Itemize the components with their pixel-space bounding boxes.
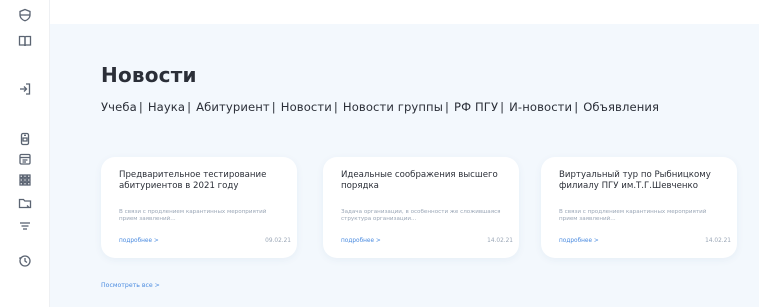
news-card-title[interactable]: Виртуальный тур по Рыбницкому филиалу ПГ… bbox=[559, 170, 731, 191]
filter-icon[interactable] bbox=[17, 218, 33, 234]
tab-obyavleniya[interactable]: Объявления bbox=[583, 100, 659, 114]
tab-ucheba[interactable]: Учеба bbox=[101, 100, 137, 114]
category-tabs: Учеба | Наука | Абитуриент | Новости | Новости г… bbox=[101, 100, 659, 114]
tab-separator: | bbox=[271, 100, 276, 114]
clock-icon[interactable] bbox=[17, 253, 33, 269]
content-area: Новости Учеба | Наука | Абитуриент | Новости | Н… bbox=[50, 0, 759, 307]
news-card-date: 14.02.21 bbox=[705, 238, 731, 244]
tab-separator: | bbox=[333, 100, 338, 114]
news-card-text: Задача организации, в особенности же сло… bbox=[341, 209, 501, 222]
news-card-date: 14.02.21 bbox=[487, 238, 513, 244]
news-card-title[interactable]: Идеальные соображения высшего порядка bbox=[341, 170, 513, 191]
tab-separator: | bbox=[138, 100, 143, 114]
tab-i-novosti[interactable]: И-новости bbox=[509, 100, 572, 114]
tab-separator: | bbox=[445, 100, 450, 114]
book-icon[interactable] bbox=[17, 33, 33, 49]
news-card-date: 09.02.21 bbox=[265, 238, 291, 244]
sidebar bbox=[0, 0, 50, 307]
page-title: Новости bbox=[101, 63, 197, 87]
tab-novosti-gruppy[interactable]: Новости группы bbox=[343, 100, 443, 114]
top-band bbox=[50, 0, 759, 24]
news-card-title[interactable]: Предварительное тестирование абитуриенто… bbox=[119, 170, 291, 191]
tab-rf-pgu[interactable]: РФ ПГУ bbox=[454, 100, 498, 114]
tab-separator: | bbox=[574, 100, 579, 114]
tab-separator: | bbox=[500, 100, 505, 114]
news-card[interactable]: Предварительное тестирование абитуриенто… bbox=[101, 157, 297, 258]
news-card[interactable]: Виртуальный тур по Рыбницкому филиалу ПГ… bbox=[541, 157, 737, 258]
calendar-icon[interactable] bbox=[17, 151, 33, 167]
news-card-text: В связи с продлением карантинных меропри… bbox=[119, 209, 267, 222]
read-more-link[interactable]: подробнее > bbox=[559, 238, 599, 244]
tab-novosti[interactable]: Новости bbox=[281, 100, 332, 114]
read-more-link[interactable]: подробнее > bbox=[119, 238, 159, 244]
tab-abiturient[interactable]: Абитуриент bbox=[196, 100, 270, 114]
phone-icon[interactable] bbox=[17, 131, 33, 147]
tab-nauka[interactable]: Наука bbox=[148, 100, 185, 114]
folder-icon[interactable] bbox=[17, 195, 33, 211]
login-icon[interactable] bbox=[17, 81, 33, 97]
news-card[interactable]: Идеальные соображения высшего порядка За… bbox=[323, 157, 519, 258]
read-more-link[interactable]: подробнее > bbox=[341, 238, 381, 244]
shield-icon[interactable] bbox=[17, 7, 33, 23]
see-all-link[interactable]: Посмотреть все > bbox=[101, 282, 160, 289]
grid-icon[interactable] bbox=[17, 172, 33, 188]
news-card-text: В связи с продлением карантинных меропри… bbox=[559, 209, 707, 222]
tab-separator: | bbox=[187, 100, 192, 114]
